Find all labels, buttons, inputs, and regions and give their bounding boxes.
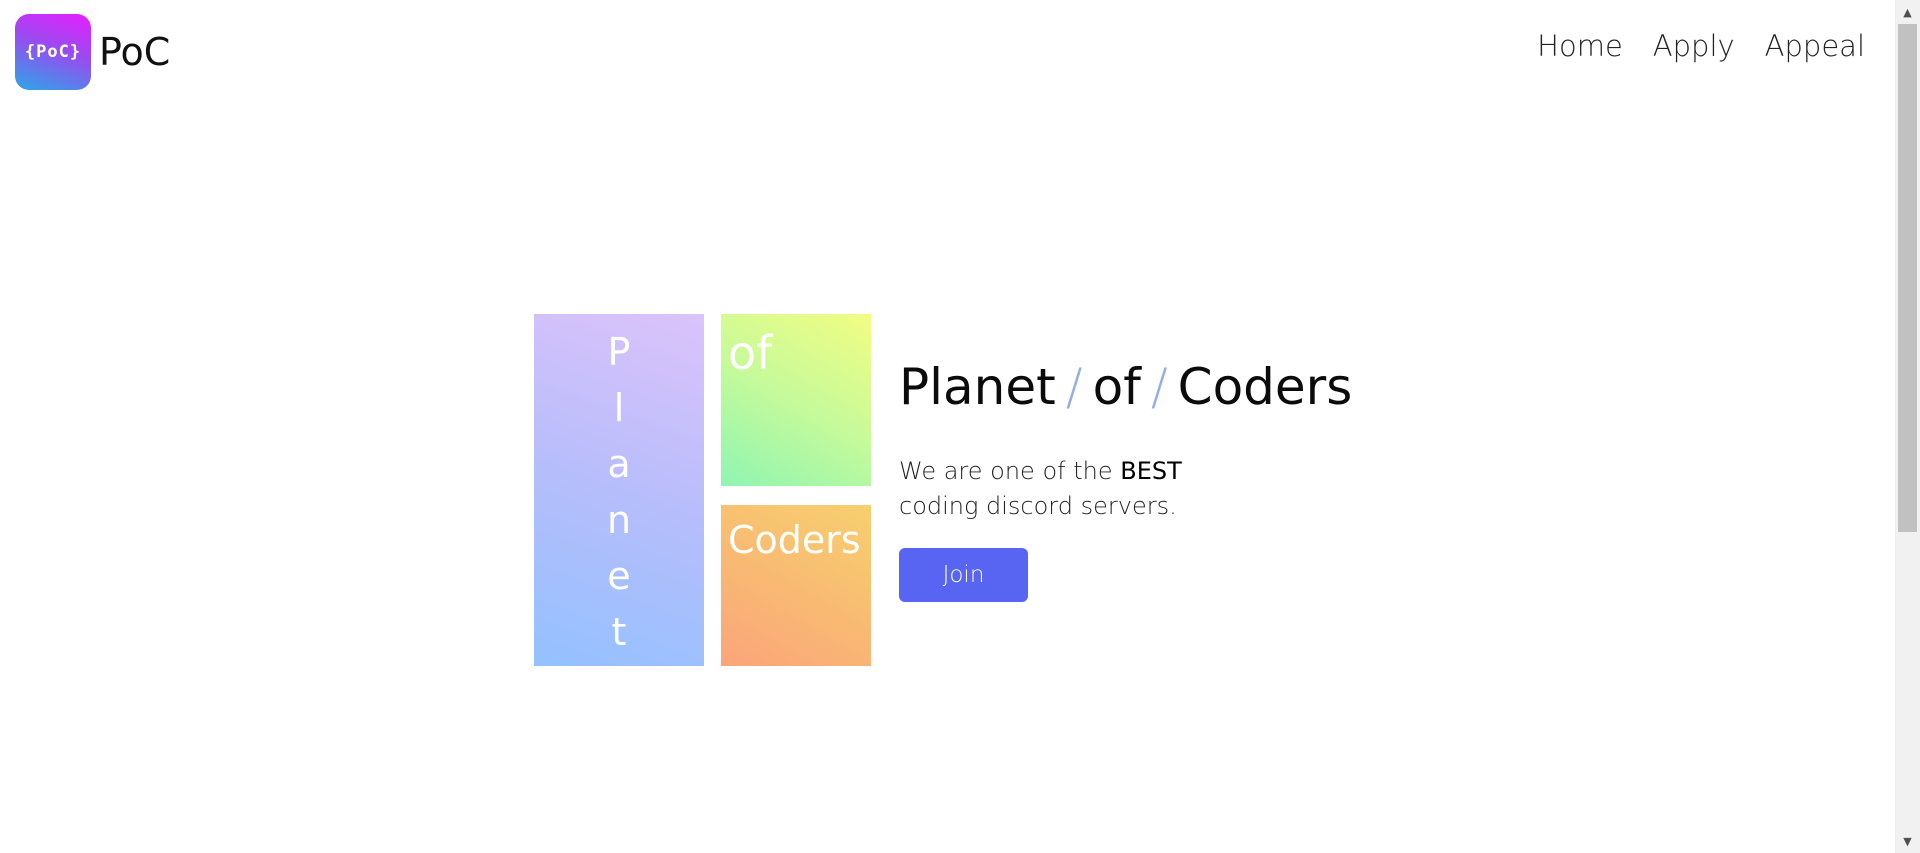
planet-letter: l [613, 386, 625, 430]
planet-letter: t [611, 610, 627, 654]
hero-title: Planet / of / Coders [899, 362, 1459, 412]
planet-letter: e [607, 554, 631, 598]
title-word-planet: Planet [899, 358, 1056, 416]
planet-letter: P [607, 330, 631, 374]
brand-name: PoC [99, 30, 171, 74]
poc-logo-text: {PoC} [24, 42, 82, 62]
triangle-up-icon[interactable]: ▲ [1895, 2, 1920, 22]
triangle-down-icon[interactable]: ▼ [1895, 831, 1920, 851]
title-word-coders: Coders [1177, 358, 1353, 416]
tile-of-text: of [728, 326, 773, 380]
tile-coders-text: Coders [728, 518, 861, 562]
tile-of: of [721, 314, 871, 486]
description-emphasis: BEST [1120, 457, 1182, 485]
nav-links: Home Apply Appeal [1537, 32, 1865, 61]
nav-appeal[interactable]: Appeal [1765, 32, 1865, 61]
hero-description: We are one of the BEST coding discord se… [899, 454, 1199, 524]
page: {PoC} PoC Home Apply Appeal P l a n e t … [0, 0, 1920, 853]
join-button[interactable]: Join [899, 548, 1028, 602]
planet-letter: n [606, 498, 632, 542]
title-slash: / [1065, 358, 1083, 416]
poc-logo: {PoC} [15, 14, 91, 90]
scrollbar-thumb[interactable] [1898, 24, 1917, 532]
planet-letter: a [607, 442, 631, 486]
nav-home[interactable]: Home [1537, 32, 1623, 61]
tile-planet: P l a n e t [534, 314, 704, 666]
description-prefix: We are one of the [899, 457, 1121, 485]
planet-letters: P l a n e t [534, 324, 704, 660]
navbar: {PoC} PoC Home Apply Appeal [0, 0, 1895, 104]
hero-text: Planet / of / Coders We are one of the BEST … [899, 362, 1459, 602]
title-slash: / [1150, 358, 1168, 416]
nav-apply[interactable]: Apply [1653, 32, 1735, 61]
title-word-of: of [1092, 358, 1141, 416]
vertical-scrollbar[interactable]: ▲ ▼ [1895, 0, 1920, 853]
brand-home-link[interactable]: {PoC} PoC [15, 14, 170, 90]
tile-coders: Coders [721, 505, 871, 666]
description-line2: coding discord servers. [899, 492, 1177, 520]
